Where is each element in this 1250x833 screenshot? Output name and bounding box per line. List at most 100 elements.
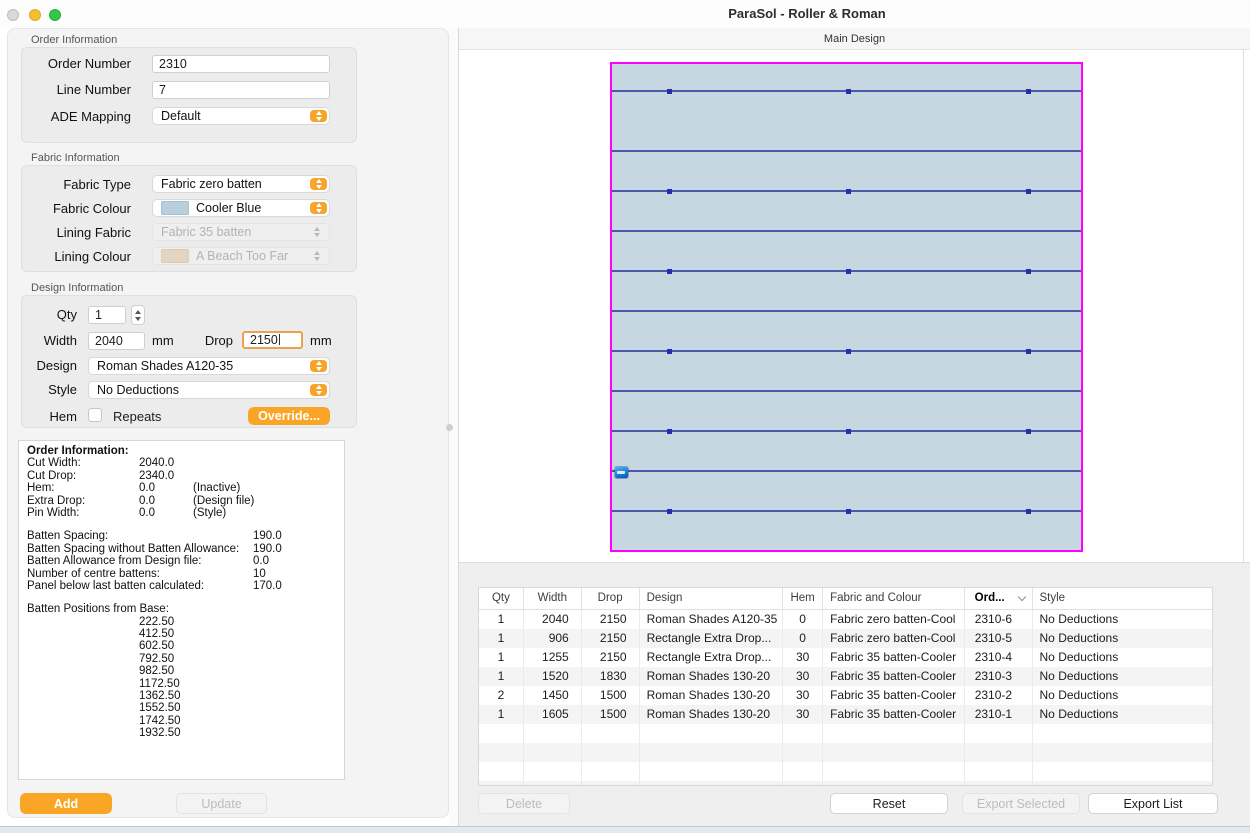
details-rows2: Batten Spacing:190.0Batten Spacing witho… bbox=[27, 530, 344, 592]
hem-checkbox[interactable] bbox=[88, 408, 102, 422]
style-dropdown[interactable]: No Deductions bbox=[88, 381, 330, 399]
override-button[interactable]: Override... bbox=[248, 407, 330, 425]
splitter-handle[interactable] bbox=[446, 424, 453, 431]
table-cell: 1830 bbox=[582, 667, 640, 686]
table-row[interactable]: 19062150Rectangle Extra Drop...0Fabric z… bbox=[479, 629, 1212, 648]
line-number-label: Line Number bbox=[21, 82, 131, 97]
panel-splitter[interactable] bbox=[449, 28, 459, 826]
table-row[interactable]: 120402150Roman Shades A120-350Fabric zer… bbox=[479, 610, 1212, 629]
batten-marker bbox=[667, 429, 672, 434]
table-cell: Fabric zero batten-Cool bbox=[823, 629, 965, 648]
batten-position-value: 222.50 bbox=[27, 616, 344, 628]
table-cell: 1500 bbox=[582, 705, 640, 724]
batten-marker bbox=[846, 89, 851, 94]
table-row[interactable]: 112552150Rectangle Extra Drop...30Fabric… bbox=[479, 648, 1212, 667]
table-cell: 2310-2 bbox=[965, 686, 1033, 705]
design-label: Design bbox=[21, 358, 77, 373]
style-value: No Deductions bbox=[97, 383, 179, 397]
table-empty-row bbox=[479, 762, 1212, 781]
batten-line bbox=[612, 270, 1081, 272]
table-cell: 30 bbox=[783, 667, 823, 686]
table-cell: Fabric zero batten-Cool bbox=[823, 610, 965, 629]
table-cell: Roman Shades A120-35 bbox=[640, 610, 784, 629]
ade-mapping-dropdown[interactable]: Default bbox=[152, 107, 330, 125]
table-cell: Roman Shades 130-20 bbox=[640, 705, 784, 724]
fold-line bbox=[612, 470, 1081, 472]
col-header-design[interactable]: Design bbox=[640, 588, 784, 609]
design-value: Roman Shades A120-35 bbox=[97, 359, 233, 373]
table-cell: 30 bbox=[783, 705, 823, 724]
lining-fabric-dropdown: Fabric 35 batten bbox=[152, 223, 330, 241]
col-header-width[interactable]: Width bbox=[524, 588, 582, 609]
col-header-qty[interactable]: Qty bbox=[479, 588, 524, 609]
line-number-field[interactable]: 7 bbox=[152, 81, 330, 99]
qty-field[interactable]: 1 bbox=[88, 306, 126, 324]
details-row: Pin Width:0.0(Style) bbox=[27, 507, 344, 519]
order-number-label: Order Number bbox=[21, 56, 131, 71]
col-header-style[interactable]: Style bbox=[1033, 588, 1213, 609]
table-cell: 1500 bbox=[582, 686, 640, 705]
table-row[interactable]: 214501500Roman Shades 130-2030Fabric 35 … bbox=[479, 686, 1212, 705]
order-details-box[interactable]: Order Information: Cut Width:2040.0Cut D… bbox=[18, 440, 345, 780]
details-row: Cut Width:2040.0 bbox=[27, 457, 344, 469]
batten-position-value: 982.50 bbox=[27, 665, 344, 677]
col-header-order[interactable]: Ord... bbox=[965, 588, 1033, 609]
reset-button[interactable]: Reset bbox=[830, 793, 948, 814]
table-cell: 1 bbox=[479, 629, 524, 648]
stepper-down-icon[interactable] bbox=[135, 317, 141, 321]
table-cell: No Deductions bbox=[1033, 629, 1212, 648]
col-header-hem[interactable]: Hem bbox=[783, 588, 823, 609]
col-header-order-label: Ord... bbox=[975, 588, 1005, 609]
table-row[interactable]: 115201830Roman Shades 130-2030Fabric 35 … bbox=[479, 667, 1212, 686]
fabric-info-section-label: Fabric Information bbox=[31, 152, 120, 164]
details-row: Batten Allowance from Design file:0.0 bbox=[27, 555, 344, 567]
add-button[interactable]: Add bbox=[20, 793, 112, 814]
fabric-type-value: Fabric zero batten bbox=[161, 177, 262, 191]
fabric-colour-dropdown[interactable]: Cooler Blue bbox=[152, 199, 330, 217]
details-row: Batten Spacing without Batten Allowance:… bbox=[27, 543, 344, 555]
close-window-icon[interactable] bbox=[7, 9, 19, 21]
table-row[interactable]: 116051500Roman Shades 130-2030Fabric 35 … bbox=[479, 705, 1212, 724]
batten-position-value: 1742.50 bbox=[27, 715, 344, 727]
fold-line bbox=[612, 150, 1081, 152]
table-cell bbox=[823, 762, 965, 781]
table-body: 120402150Roman Shades A120-350Fabric zer… bbox=[479, 610, 1212, 786]
popup-chevrons-icon bbox=[308, 250, 325, 262]
batten-marker bbox=[1026, 349, 1031, 354]
export-list-button[interactable]: Export List bbox=[1088, 793, 1218, 814]
col-header-drop[interactable]: Drop bbox=[582, 588, 640, 609]
order-number-field[interactable]: 2310 bbox=[152, 55, 330, 73]
batten-marker bbox=[1026, 509, 1031, 514]
batten-position-value: 792.50 bbox=[27, 653, 344, 665]
table-cell: No Deductions bbox=[1033, 705, 1212, 724]
design-info-section-label: Design Information bbox=[31, 282, 123, 294]
batten-marker bbox=[667, 189, 672, 194]
table-cell: 0 bbox=[783, 629, 823, 648]
stepper-up-icon[interactable] bbox=[135, 310, 141, 314]
design-dropdown[interactable]: Roman Shades A120-35 bbox=[88, 357, 330, 375]
batten-marker bbox=[846, 269, 851, 274]
desktop-strip bbox=[0, 827, 1250, 833]
blue-flag-icon[interactable] bbox=[615, 467, 628, 478]
batten-marker bbox=[846, 429, 851, 434]
minimize-window-icon[interactable] bbox=[29, 9, 41, 21]
col-header-fabric[interactable]: Fabric and Colour bbox=[823, 588, 965, 609]
drop-value: 2150 bbox=[250, 333, 278, 347]
width-label: Width bbox=[21, 333, 77, 348]
qty-stepper[interactable] bbox=[131, 305, 145, 325]
drop-field[interactable]: 2150 bbox=[242, 331, 303, 349]
fabric-type-dropdown[interactable]: Fabric zero batten bbox=[152, 175, 330, 193]
zoom-window-icon[interactable] bbox=[49, 9, 61, 21]
details-rows1: Cut Width:2040.0Cut Drop:2340.0Hem:0.0(I… bbox=[27, 457, 344, 519]
popup-chevrons-icon bbox=[310, 360, 327, 372]
qty-label: Qty bbox=[21, 307, 77, 322]
table-cell: Roman Shades 130-20 bbox=[640, 686, 784, 705]
lining-fabric-value: Fabric 35 batten bbox=[161, 225, 251, 239]
table-cell: 906 bbox=[524, 629, 582, 648]
sort-chevron-down-icon bbox=[1017, 593, 1025, 601]
table-cell bbox=[479, 743, 524, 762]
table-cell: 1 bbox=[479, 667, 524, 686]
table-cell: Fabric 35 batten-Cooler bbox=[823, 686, 965, 705]
design-rectangle[interactable] bbox=[610, 62, 1083, 552]
width-field[interactable]: 2040 bbox=[88, 332, 145, 350]
